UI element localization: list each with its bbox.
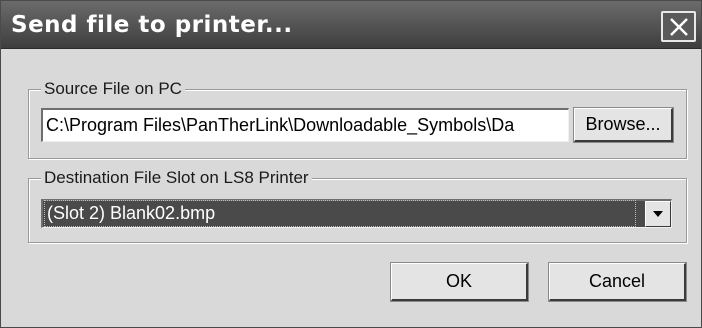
cancel-button[interactable]: Cancel (548, 262, 687, 302)
close-button[interactable] (661, 11, 696, 42)
source-file-group: Source File on PC C:\Program Files\PanTh… (28, 78, 687, 159)
close-icon (669, 17, 688, 36)
chevron-down-icon (653, 211, 663, 217)
dropdown-button[interactable] (645, 201, 671, 227)
source-file-legend: Source File on PC (41, 78, 185, 100)
destination-slot-group: Destination File Slot on LS8 Printer (Sl… (28, 167, 687, 243)
selected-slot: (Slot 2) Blank02.bmp (44, 200, 636, 227)
browse-button[interactable]: Browse... (573, 107, 674, 143)
dialog-title: Send file to printer... (11, 12, 293, 38)
destination-slot-legend: Destination File Slot on LS8 Printer (41, 167, 312, 189)
source-path-input[interactable]: C:\Program Files\PanTherLink\Downloadabl… (41, 108, 569, 142)
send-file-dialog: Send file to printer... Source File on P… (0, 0, 702, 328)
destination-slot-select[interactable]: (Slot 2) Blank02.bmp (41, 199, 672, 228)
title-bar[interactable]: Send file to printer... (1, 1, 701, 49)
ok-button[interactable]: OK (390, 262, 529, 302)
